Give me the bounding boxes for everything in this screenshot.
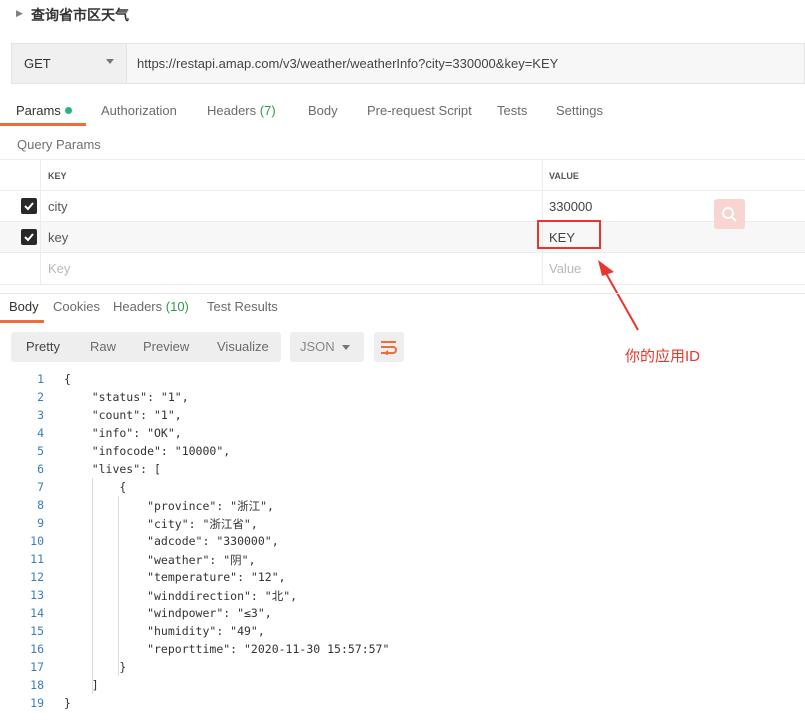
code-text: "info": "OK", (64, 426, 182, 440)
view-pretty-button[interactable]: Pretty (26, 339, 60, 354)
code-text: "humidity": "49", (64, 624, 265, 638)
code-line: 19} (0, 694, 805, 712)
code-text: "temperature": "12", (64, 570, 286, 584)
line-number: 2 (37, 390, 44, 404)
line-number: 17 (30, 660, 44, 674)
code-line: 1{ (0, 370, 805, 388)
line-number: 8 (37, 498, 44, 512)
code-text: "adcode": "330000", (64, 534, 279, 548)
code-line: 12 "temperature": "12", (0, 568, 805, 586)
code-line: 14 "windpower": "≤3", (0, 604, 805, 622)
line-number: 14 (30, 606, 44, 620)
wrap-icon (381, 341, 397, 355)
line-number: 19 (30, 696, 44, 710)
line-number: 5 (37, 444, 44, 458)
code-text: "status": "1", (64, 390, 189, 404)
tab-cookies[interactable]: Cookies (53, 299, 100, 314)
code-text: "province": "浙江", (64, 499, 274, 513)
code-text: "city": "浙江省", (64, 517, 258, 531)
code-text: ] (64, 678, 99, 692)
active-tab-indicator (0, 320, 44, 323)
code-line: 9 "city": "浙江省", (0, 514, 805, 532)
tab-response-headers-count: (10) (165, 299, 189, 314)
chevron-down-icon (342, 345, 350, 350)
line-number: 3 (37, 408, 44, 422)
code-text: "infocode": "10000", (64, 444, 231, 458)
format-label: JSON (300, 339, 335, 354)
code-text: "winddirection": "北", (64, 589, 298, 603)
code-line: 11 "weather": "阴", (0, 550, 805, 568)
line-number: 15 (30, 624, 44, 638)
code-line: 2 "status": "1", (0, 388, 805, 406)
code-text: } (64, 660, 127, 674)
line-number: 13 (30, 588, 44, 602)
code-text: "windpower": "≤3", (64, 606, 272, 620)
view-raw-button[interactable]: Raw (90, 339, 116, 354)
code-text: { (64, 372, 71, 386)
tab-response-headers-label: Headers (113, 299, 163, 314)
line-number: 9 (37, 516, 44, 530)
line-number: 7 (37, 480, 44, 494)
code-text: } (64, 696, 71, 710)
code-line: 17 } (0, 658, 805, 676)
code-line: 3 "count": "1", (0, 406, 805, 424)
line-number: 6 (37, 462, 44, 476)
code-line: 6 "lives": [ (0, 460, 805, 478)
tab-test-results[interactable]: Test Results (207, 299, 278, 314)
line-number: 1 (37, 372, 44, 386)
response-tabs: Body Cookies Headers (10) Test Results (0, 293, 805, 323)
wrap-lines-button[interactable] (374, 332, 404, 362)
view-visualize-button[interactable]: Visualize (217, 339, 269, 354)
code-line: 7 { (0, 478, 805, 496)
code-line: 13 "winddirection": "北", (0, 586, 805, 604)
code-line: 4 "info": "OK", (0, 424, 805, 442)
line-number: 10 (30, 534, 44, 548)
code-line: 18 ] (0, 676, 805, 694)
line-number: 11 (30, 552, 44, 566)
line-number: 16 (30, 642, 44, 656)
code-line: 15 "humidity": "49", (0, 622, 805, 640)
code-text: "lives": [ (64, 462, 161, 476)
code-text: { (64, 480, 127, 494)
code-line: 8 "province": "浙江", (0, 496, 805, 514)
code-text: "weather": "阴", (64, 553, 256, 567)
view-preview-button[interactable]: Preview (143, 339, 189, 354)
annotation-label: 你的应用ID (625, 348, 701, 365)
code-text: "reporttime": "2020-11-30 15:57:57" (64, 642, 390, 656)
view-mode-bar: Pretty Raw Preview Visualize (11, 332, 281, 362)
code-line: 5 "infocode": "10000", (0, 442, 805, 460)
code-line: 16 "reporttime": "2020-11-30 15:57:57" (0, 640, 805, 658)
code-line: 10 "adcode": "330000", (0, 532, 805, 550)
code-text: "count": "1", (64, 408, 182, 422)
tab-response-headers[interactable]: Headers (10) (113, 299, 189, 314)
line-number: 4 (37, 426, 44, 440)
format-select[interactable]: JSON (290, 332, 364, 362)
line-number: 18 (30, 678, 44, 692)
tab-response-body[interactable]: Body (9, 299, 39, 314)
line-number: 12 (30, 570, 44, 584)
